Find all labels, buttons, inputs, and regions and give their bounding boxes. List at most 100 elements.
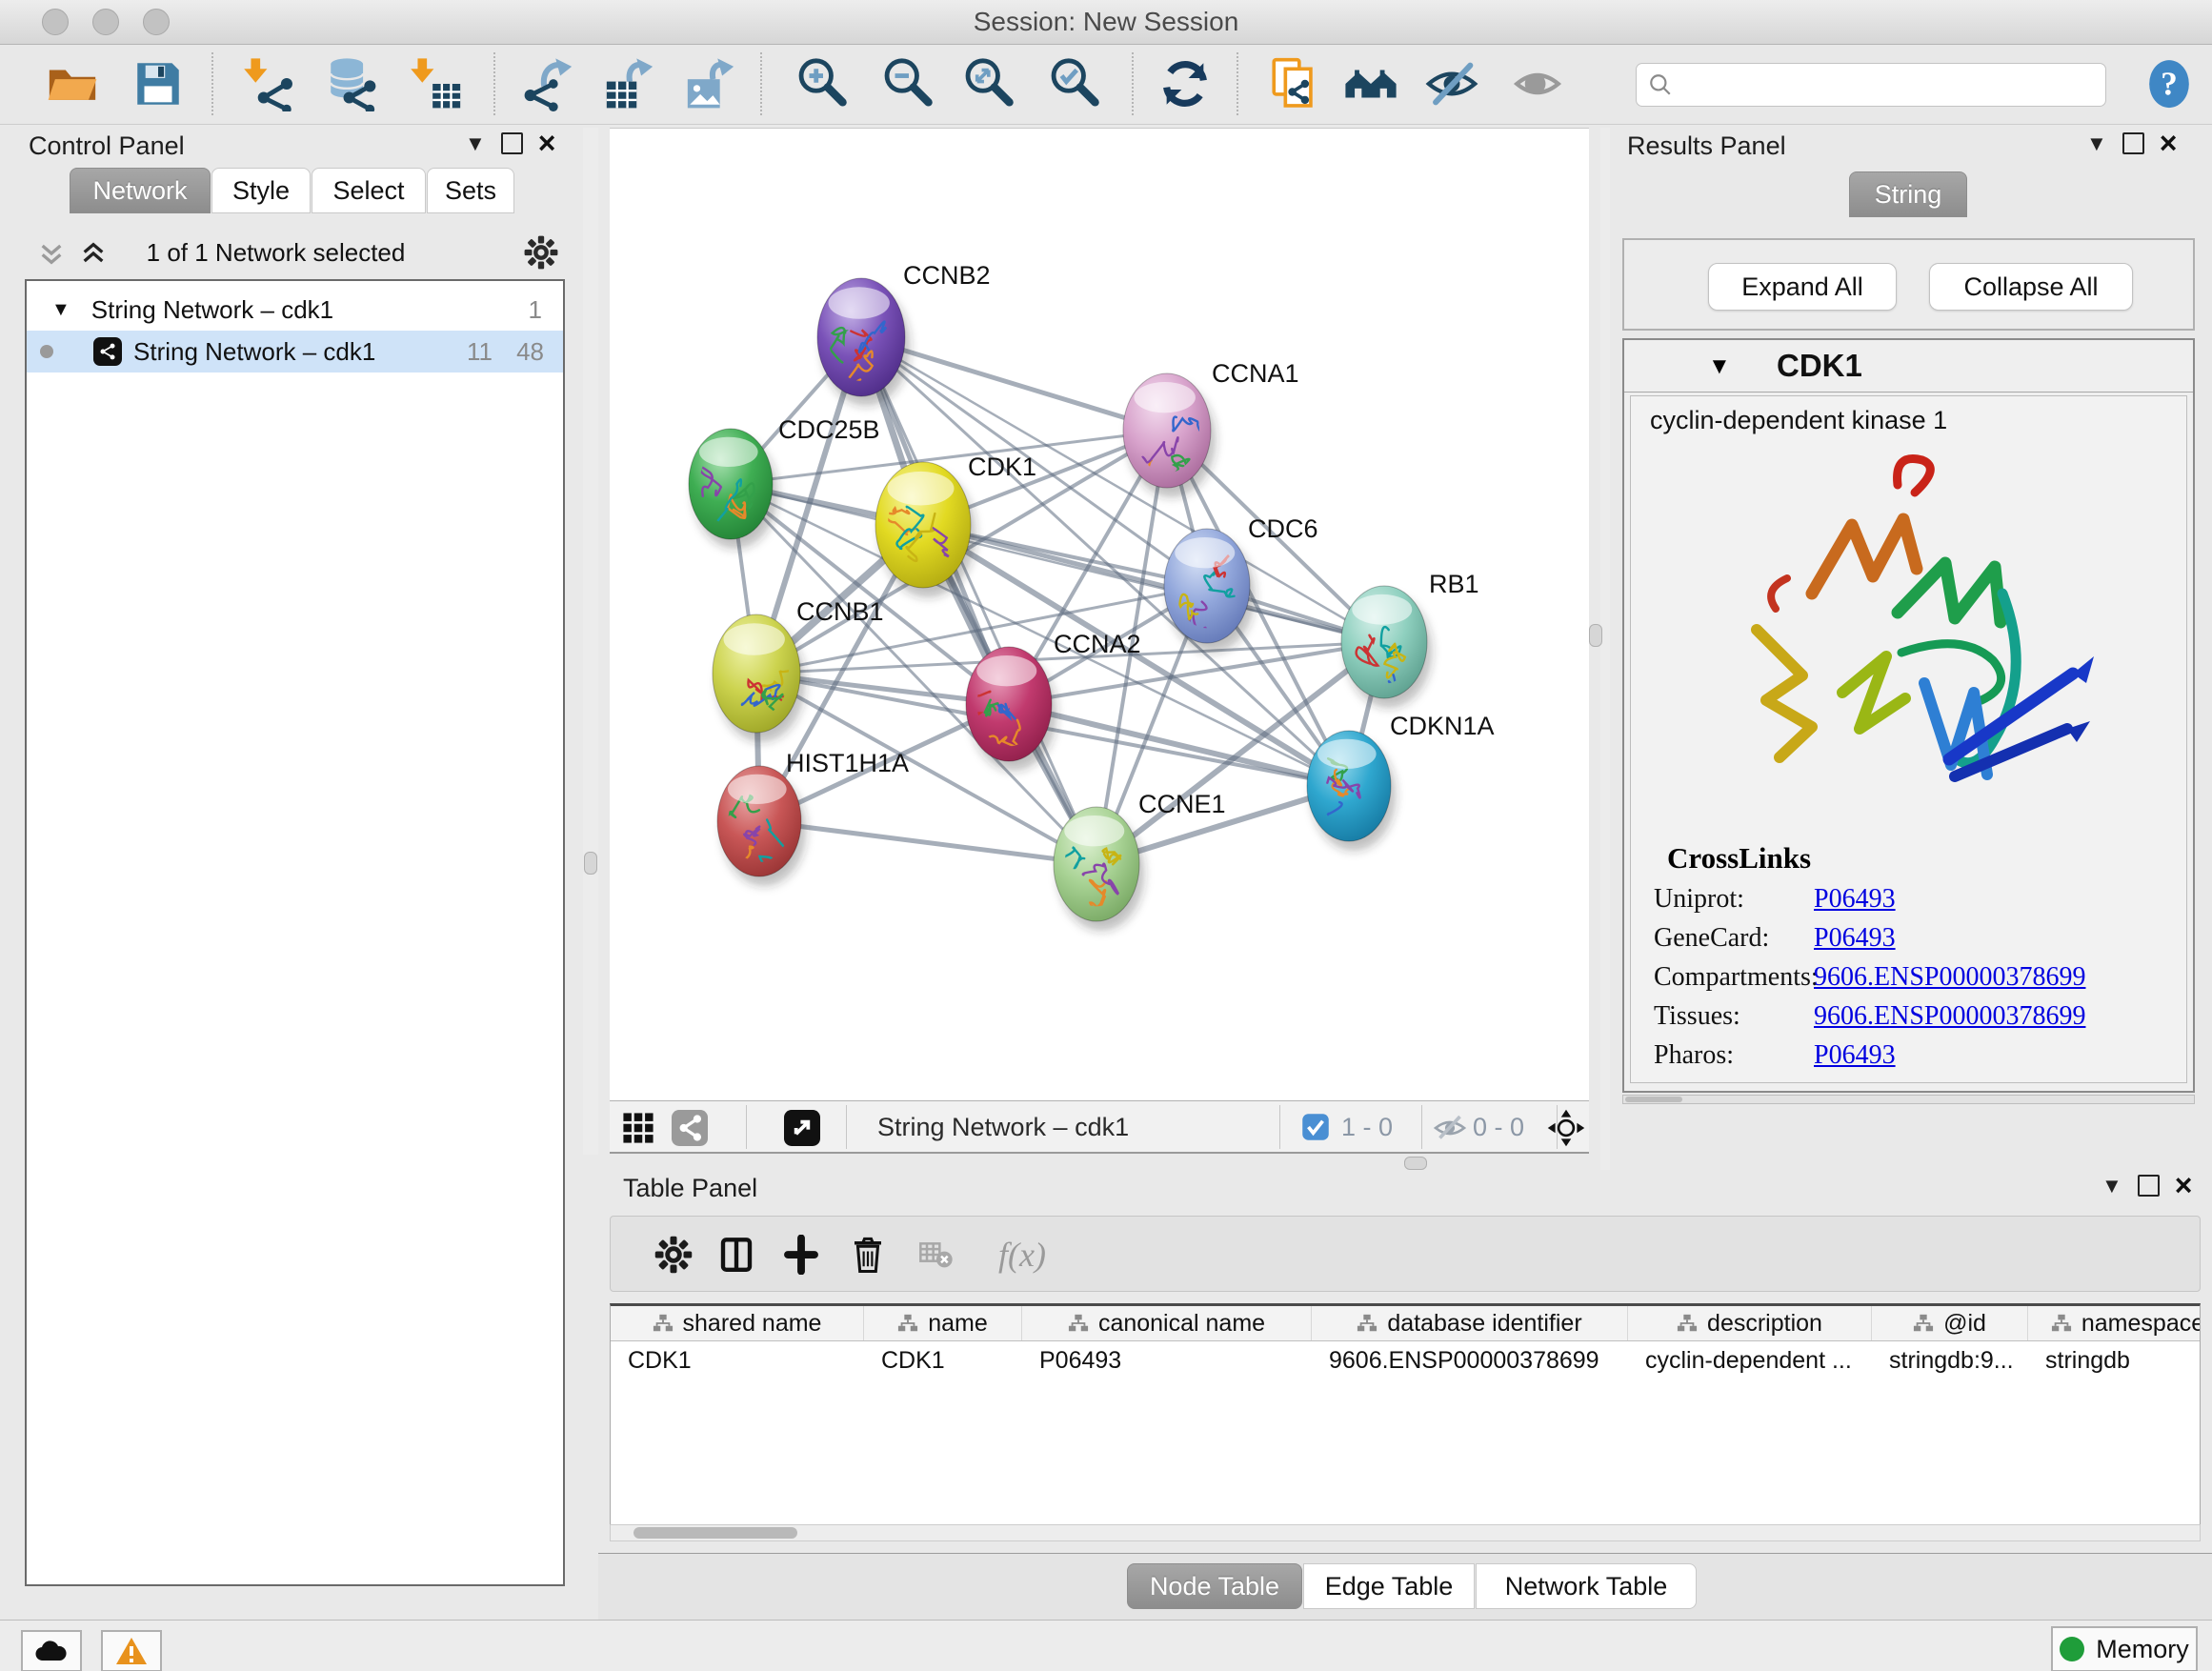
- show-eye-icon[interactable]: [1508, 54, 1567, 113]
- network-options-gear-icon[interactable]: [523, 234, 559, 275]
- scrollbar-thumb[interactable]: [633, 1527, 797, 1539]
- column-header--id[interactable]: @id: [1872, 1306, 2028, 1340]
- crosslink-value-link[interactable]: P06493: [1814, 1040, 1896, 1071]
- tab-network-table[interactable]: Network Table: [1476, 1563, 1697, 1609]
- column-header-namespace[interactable]: namespace: [2028, 1306, 2201, 1340]
- export-image-icon[interactable]: [681, 54, 740, 113]
- tab-string[interactable]: String: [1849, 171, 1967, 217]
- tab-sets[interactable]: Sets: [427, 168, 514, 213]
- table-row[interactable]: CDK1CDK1P064939606.ENSP00000378699cyclin…: [611, 1341, 2200, 1379]
- float-panel-icon[interactable]: [2138, 1175, 2160, 1197]
- crosslink-value-link[interactable]: 9606.ENSP00000378699: [1814, 1001, 2085, 1032]
- network-node-HIST1H1A[interactable]: [717, 766, 806, 891]
- import-network-file-icon[interactable]: [241, 54, 300, 113]
- export-table-icon[interactable]: [600, 54, 659, 113]
- collapse-panel-icon[interactable]: ▼: [465, 133, 486, 154]
- network-selection-summary: 1 of 1 Network selected: [25, 238, 527, 268]
- card-collapse-icon[interactable]: ▼: [1708, 353, 1731, 380]
- network-row-selected[interactable]: String Network – cdk1 11 48: [27, 331, 563, 372]
- close-panel-icon[interactable]: ×: [2160, 131, 2178, 156]
- network-node-CCNA2[interactable]: [958, 647, 1056, 771]
- node-label-CDKN1A: CDKN1A: [1390, 712, 1495, 740]
- column-header-name[interactable]: name: [864, 1306, 1022, 1340]
- hide-selected-icon[interactable]: [1422, 54, 1481, 113]
- network-collection-row[interactable]: ▼ String Network – cdk1 1: [27, 289, 563, 331]
- table-cell: stringdb:9...: [1872, 1341, 2028, 1379]
- tab-edge-table[interactable]: Edge Table: [1303, 1563, 1475, 1609]
- warning-status-button[interactable]: [101, 1630, 162, 1671]
- crosslink-value-link[interactable]: 9606.ENSP00000378699: [1814, 962, 2085, 993]
- tree-expand-icon[interactable]: ▼: [51, 299, 70, 321]
- network-edge-HIST1H1A-CCNE1[interactable]: [759, 821, 1096, 864]
- crosslink-value-link[interactable]: P06493: [1814, 923, 1896, 954]
- crosslink-value-link[interactable]: P06493: [1814, 884, 1896, 915]
- close-panel-icon[interactable]: ×: [538, 131, 556, 156]
- collapse-panel-icon[interactable]: ▼: [2086, 133, 2107, 154]
- show-all-icon[interactable]: [1341, 54, 1400, 113]
- node-label-CDC25B: CDC25B: [778, 415, 880, 444]
- protein-structure-image: [1699, 443, 2119, 824]
- tab-network[interactable]: Network: [70, 168, 211, 213]
- toolbar-separator: [493, 52, 495, 115]
- open-in-new-window-icon[interactable]: [783, 1109, 821, 1147]
- gene-description: cyclin-dependent kinase 1: [1650, 406, 2186, 435]
- network-edge-CCNB2-CCNE1[interactable]: [861, 337, 1096, 864]
- bottom-splitter-handle[interactable]: [1404, 1157, 1427, 1170]
- save-session-icon[interactable]: [129, 54, 188, 113]
- export-network-icon[interactable]: [519, 54, 578, 113]
- hidden-eye-slash-icon[interactable]: [1431, 1109, 1469, 1147]
- expand-all-button[interactable]: Expand All: [1708, 263, 1897, 311]
- birds-eye-view-icon[interactable]: [1545, 1107, 1587, 1149]
- import-table-icon[interactable]: [408, 54, 467, 113]
- refresh-layout-icon[interactable]: [1156, 54, 1215, 113]
- delete-column-icon[interactable]: [845, 1232, 891, 1278]
- column-header-label: namespace: [2081, 1310, 2201, 1338]
- network-node-CCNB2[interactable]: [817, 278, 910, 406]
- duplicate-network-icon[interactable]: [1265, 54, 1324, 113]
- table-horizontal-scrollbar[interactable]: [610, 1524, 2201, 1541]
- network-canvas[interactable]: CCNB2CCNA1CDC25BCDK1CDC6RB1CCNB1CCNA2CDK…: [610, 128, 1589, 1101]
- tab-style[interactable]: Style: [211, 168, 311, 213]
- right-splitter[interactable]: [1600, 128, 1610, 1170]
- left-splitter[interactable]: [583, 128, 598, 1155]
- grid-view-icon[interactable]: [619, 1109, 657, 1147]
- tab-select[interactable]: Select: [312, 168, 426, 213]
- zoom-in-icon[interactable]: [794, 54, 853, 113]
- network-node-CDK1[interactable]: [875, 462, 975, 597]
- zoom-selected-icon[interactable]: [1046, 54, 1105, 113]
- left-splitter-handle[interactable]: [584, 852, 597, 875]
- float-panel-icon[interactable]: [2122, 132, 2144, 154]
- tab-node-table[interactable]: Node Table: [1127, 1563, 1302, 1609]
- string-network-icon: [93, 337, 122, 366]
- column-header-canonical-name[interactable]: canonical name: [1022, 1306, 1312, 1340]
- column-header-description[interactable]: description: [1628, 1306, 1872, 1340]
- results-scrollbar[interactable]: [1622, 1095, 2195, 1104]
- toolbar-separator: [746, 1105, 747, 1149]
- zoom-out-icon[interactable]: [879, 54, 938, 113]
- collapse-panel-icon[interactable]: ▼: [2101, 1176, 2122, 1197]
- network-view-mode-icon[interactable]: [671, 1109, 709, 1147]
- network-node-CCNB1[interactable]: [713, 614, 805, 742]
- memory-button[interactable]: Memory: [2051, 1626, 2198, 1671]
- float-panel-icon[interactable]: [501, 132, 523, 154]
- open-file-icon[interactable]: [43, 54, 102, 113]
- network-node-CDC6[interactable]: [1164, 529, 1255, 653]
- import-network-database-icon[interactable]: [322, 54, 381, 113]
- collapse-all-button[interactable]: Collapse All: [1929, 263, 2133, 311]
- select-columns-icon[interactable]: [714, 1232, 759, 1278]
- network-node-CCNA1[interactable]: [1114, 373, 1216, 497]
- node-count: 11: [467, 337, 493, 367]
- cloud-status-button[interactable]: [21, 1630, 82, 1671]
- table-settings-gear-icon[interactable]: [651, 1232, 696, 1278]
- selected-checkbox-icon[interactable]: [1301, 1113, 1330, 1141]
- search-input[interactable]: [1636, 63, 2106, 107]
- column-header-database-identifier[interactable]: database identifier: [1312, 1306, 1628, 1340]
- titlebar: Session: New Session: [0, 0, 2212, 45]
- add-column-icon[interactable]: [778, 1232, 824, 1278]
- table-cell: 9606.ENSP00000378699: [1312, 1341, 1628, 1379]
- zoom-fit-icon[interactable]: [960, 54, 1019, 113]
- help-icon[interactable]: ?: [2145, 58, 2193, 110]
- close-panel-icon[interactable]: ×: [2175, 1174, 2193, 1198]
- column-header-shared-name[interactable]: shared name: [611, 1306, 864, 1340]
- node-label-CDC6: CDC6: [1248, 514, 1318, 543]
